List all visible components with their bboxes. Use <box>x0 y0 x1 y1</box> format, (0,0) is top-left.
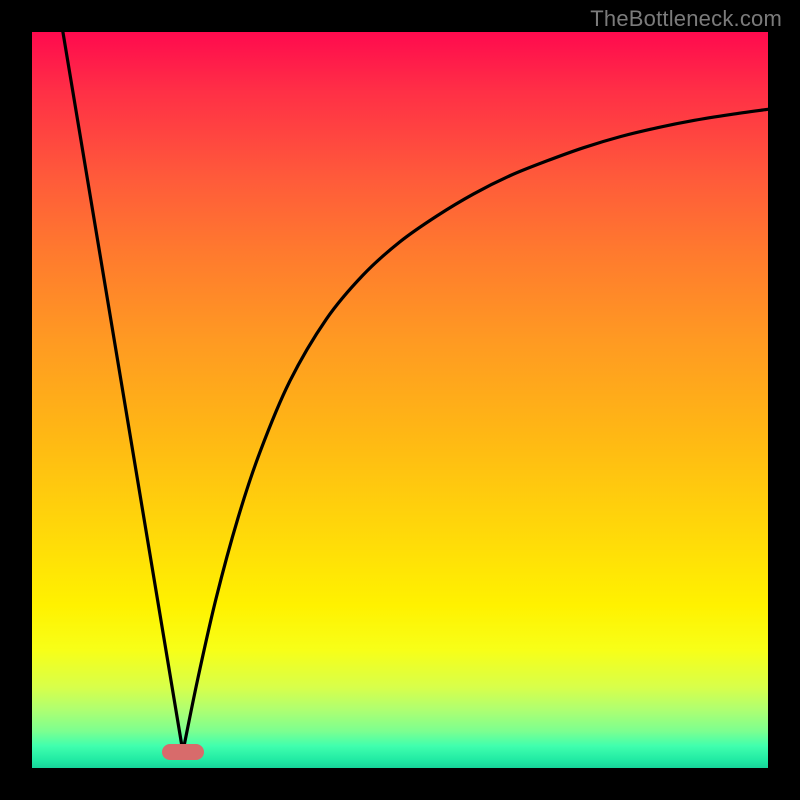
curve-layer <box>32 32 768 768</box>
watermark-text: TheBottleneck.com <box>590 6 782 32</box>
plot-area <box>32 32 768 768</box>
chart-frame: TheBottleneck.com <box>0 0 800 800</box>
left-line-path <box>63 32 183 752</box>
right-curve-path <box>183 109 768 752</box>
min-marker <box>162 744 204 760</box>
